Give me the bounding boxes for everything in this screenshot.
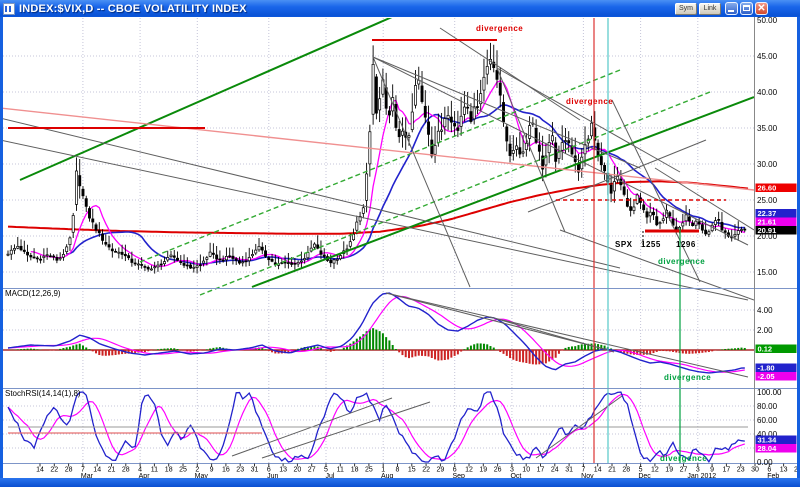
svg-text:40.00: 40.00 [757,88,778,97]
window-border-left [0,17,3,478]
chart-canvas[interactable]: divergence divergence SPX 1255 1296 divergenc… [0,0,800,487]
svg-text:28: 28 [622,467,630,474]
svg-text:13: 13 [780,467,788,474]
svg-text:9: 9 [210,467,214,474]
svg-text:14: 14 [36,467,44,474]
svg-text:17: 17 [537,467,545,474]
close-icon: ✕ [756,2,767,15]
svg-text:18: 18 [351,467,359,474]
svg-text:19: 19 [479,467,487,474]
svg-text:25: 25 [365,467,373,474]
svg-text:22: 22 [422,467,430,474]
svg-text:11: 11 [151,467,158,474]
svg-text:25: 25 [179,467,187,474]
svg-text:8: 8 [396,467,400,474]
svg-text:27: 27 [308,467,316,474]
sym-button[interactable]: Sym [675,3,697,15]
svg-text:24: 24 [551,467,559,474]
svg-text:22: 22 [50,467,58,474]
axis-highlight-label: 28.04 [756,444,797,453]
window-border-bottom [0,478,800,487]
axis-highlight-label: 26.60 [756,184,797,193]
annotation-divergence: divergence [660,454,707,463]
macd-label: MACD(12,26,9) [5,289,61,298]
axis-highlight-label: 20.91 [756,226,797,235]
svg-text:100.00: 100.00 [757,388,782,397]
svg-text:12: 12 [651,467,659,474]
svg-text:15: 15 [408,467,416,474]
axis-highlight-label: -2.05 [756,372,797,381]
app-window: divergence divergence SPX 1255 1296 divergenc… [0,0,800,487]
window-title: INDEX:$VIX,D -- CBOE VOLATILITY INDEX [19,3,247,15]
svg-text:80.00: 80.00 [757,402,778,411]
minimize-button[interactable] [725,2,738,15]
stoch-label: StochRSI(14,14(1),8) [5,389,81,398]
svg-text:13: 13 [279,467,287,474]
svg-text:26: 26 [494,467,502,474]
svg-text:29: 29 [437,467,445,474]
svg-text:21: 21 [108,467,116,474]
svg-text:28: 28 [122,467,130,474]
minimize-icon [728,10,734,12]
svg-text:30: 30 [751,467,759,474]
title-bar[interactable]: INDEX:$VIX,D -- CBOE VOLATILITY INDEX Sy… [0,0,800,17]
svg-text:28: 28 [65,467,73,474]
svg-text:2.00: 2.00 [757,326,773,335]
svg-text:0.12: 0.12 [758,345,773,354]
annotation-divergence: divergence [664,373,711,382]
svg-text:23: 23 [236,467,244,474]
svg-text:18: 18 [165,467,173,474]
annotation-divergence: divergence [476,24,523,33]
titlebar-buttons: Sym Link ✕ [675,2,768,15]
maximize-icon [743,5,750,11]
svg-text:19: 19 [665,467,673,474]
svg-text:23: 23 [737,467,745,474]
svg-text:12: 12 [465,467,473,474]
svg-text:11: 11 [337,467,344,474]
svg-text:4.00: 4.00 [757,306,773,315]
svg-text:30.00: 30.00 [757,160,778,169]
svg-text:20: 20 [294,467,302,474]
svg-text:21: 21 [608,467,616,474]
svg-text:28.04: 28.04 [758,444,778,453]
close-button[interactable]: ✕ [755,2,768,15]
svg-text:14: 14 [594,467,602,474]
app-icon [3,3,15,15]
annotation-divergence: divergence [658,257,705,266]
svg-text:20.91: 20.91 [758,226,777,235]
svg-text:50.00: 50.00 [757,16,778,25]
annotation-1296: 1296 [676,240,696,249]
svg-text:31: 31 [251,467,259,474]
svg-text:31: 31 [565,467,573,474]
svg-text:27: 27 [680,467,688,474]
svg-text:16: 16 [222,467,230,474]
maximize-button[interactable] [740,2,753,15]
svg-text:45.00: 45.00 [757,52,778,61]
svg-text:-2.05: -2.05 [758,372,775,381]
svg-text:14: 14 [93,467,101,474]
svg-text:60.00: 60.00 [757,416,778,425]
annotation-divergence: divergence [566,97,613,106]
svg-text:35.00: 35.00 [757,124,778,133]
axis-highlight-label: 0.12 [756,345,797,354]
svg-text:15.00: 15.00 [757,268,778,277]
svg-text:25.00: 25.00 [757,196,778,205]
svg-text:26.60: 26.60 [758,184,777,193]
link-button[interactable]: Link [699,3,721,15]
annotation-1255: 1255 [641,240,661,249]
svg-text:17: 17 [723,467,731,474]
svg-text:10: 10 [522,467,530,474]
annotation-spx: SPX [615,240,633,249]
